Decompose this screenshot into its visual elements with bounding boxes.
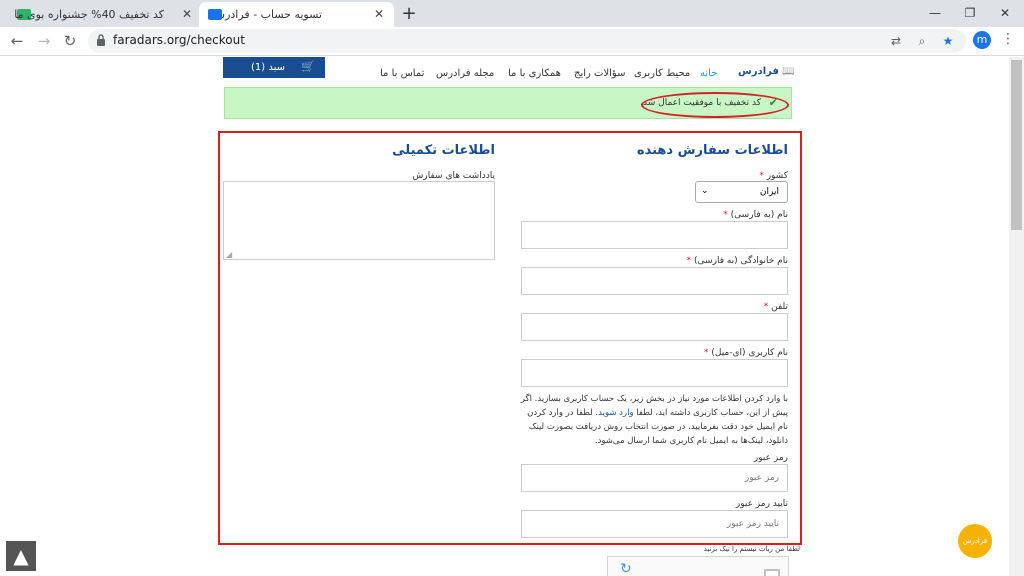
translate-icon[interactable]: ⇄	[888, 33, 904, 49]
country-value: ایران	[759, 187, 779, 197]
recaptcha-widget[interactable]: ↻	[607, 556, 789, 576]
maximize-button[interactable]: ❐	[955, 3, 985, 23]
success-banner: ✔ کد تخفیف با موفقیت اعمال شد.	[224, 87, 792, 119]
reload-button[interactable]: ↻	[59, 30, 81, 52]
confirm-password-placeholder: تایید رمز عبور	[726, 519, 779, 529]
order-notes-textarea[interactable]: ◢	[223, 181, 495, 260]
first-name-input[interactable]	[521, 221, 788, 249]
close-icon[interactable]: ✕	[374, 7, 384, 21]
first-name-label: نام (به فارسی) *	[723, 210, 788, 220]
page-viewport: 📖 فرادرس خانه محیط کاربری سؤالات رایج هم…	[0, 57, 1024, 576]
zoom-icon[interactable]: ⌕	[914, 33, 930, 49]
nav-link-faq[interactable]: سؤالات رایج	[574, 68, 625, 79]
tab-discount[interactable]: کد تخفیف 40% جشنواره بوی ماه مهر ✕	[0, 2, 198, 27]
chevron-down-icon: ⌄	[701, 186, 709, 196]
highlight-ellipse	[641, 92, 789, 118]
nav-link-cooperation[interactable]: همکاری با ما	[508, 68, 561, 79]
password-input[interactable]: رمز عبور	[521, 464, 788, 492]
close-icon[interactable]: ✕	[182, 7, 192, 21]
username-label: نام کاربری (ای-میل) *	[704, 348, 788, 358]
username-input[interactable]	[521, 359, 788, 387]
last-name-label: نام خانوادگی (به فارسی) *	[686, 256, 788, 266]
phone-label: تلفن *	[763, 302, 788, 312]
resize-handle-icon: ◢	[226, 250, 233, 259]
phone-input[interactable]	[521, 313, 788, 341]
new-tab-button[interactable]: +	[399, 4, 419, 24]
password-label: رمز عبور	[753, 453, 788, 463]
confirm-password-label: تایید رمز عبور	[735, 499, 788, 509]
last-name-input[interactable]	[521, 267, 788, 295]
order-section-title: اطلاعات سفارش دهنده	[636, 143, 788, 158]
country-select[interactable]: ایران ⌄	[695, 181, 788, 203]
tab-title: تسویه حساب - فرادرس	[222, 8, 322, 21]
cart-button[interactable]: 🛒 سبد (1)	[223, 57, 325, 78]
bookmark-star-icon[interactable]: ★	[940, 33, 956, 49]
browser-toolbar: ← → ↻ faradars.org/checkout ⇄ ⌕ ★ m ⋮	[0, 27, 1024, 56]
order-notes-label: یادداشت های سفارش	[412, 171, 495, 181]
address-bar[interactable]: faradars.org/checkout ⇄ ⌕ ★	[88, 29, 966, 53]
url-text: faradars.org/checkout	[113, 33, 245, 47]
tab-checkout[interactable]: تسویه حساب - فرادرس ✕	[199, 2, 394, 27]
logo-text: فرادرس	[738, 66, 779, 77]
minimize-button[interactable]: —	[920, 3, 950, 23]
captcha-note: لطفا من ربات نیستم را تیک بزنید	[703, 545, 800, 553]
profile-avatar[interactable]: m	[973, 31, 991, 49]
browser-menu-icon[interactable]: ⋮	[1001, 31, 1015, 51]
support-label: فرادرس	[962, 537, 988, 545]
support-chat-button[interactable]: فرادرس	[958, 524, 992, 558]
site-favicon-icon	[208, 9, 222, 20]
login-link[interactable]: وارد شوید	[598, 408, 633, 418]
nav-link-home[interactable]: خانه	[700, 68, 717, 79]
tab-strip: کد تخفیف 40% جشنواره بوی ماه مهر ✕ تسویه…	[0, 0, 1024, 27]
nav-link-contact[interactable]: تماس با ما	[380, 68, 424, 79]
password-placeholder: رمز عبور	[744, 473, 779, 483]
lock-icon	[97, 34, 105, 46]
recaptcha-checkbox[interactable]	[764, 569, 780, 576]
country-label: کشور *	[759, 171, 788, 181]
nav-link-magazine[interactable]: مجله فرادرس	[436, 68, 494, 79]
confirm-password-input[interactable]: تایید رمز عبور	[521, 510, 788, 538]
cart-label: سبد (1)	[250, 62, 285, 73]
logo-book-icon: 📖	[782, 66, 795, 77]
account-info-text: با وارد کردن اطلاعات مورد نیاز در بخش زی…	[520, 394, 788, 446]
nav-link-user-area[interactable]: محیط کاربری	[634, 68, 690, 79]
tab-title: کد تخفیف 40% جشنواره بوی ماه مهر	[14, 8, 164, 21]
arrow-up-icon: ▲	[13, 544, 29, 568]
recaptcha-logo-icon: ↻	[620, 561, 632, 576]
back-button[interactable]: ←	[6, 30, 28, 52]
cart-icon: 🛒	[301, 60, 315, 73]
scrollbar-thumb[interactable]	[1011, 60, 1022, 230]
site-logo[interactable]: 📖 فرادرس	[738, 66, 795, 77]
forward-button[interactable]: →	[33, 30, 55, 52]
extra-section-title: اطلاعات تکمیلی	[392, 143, 495, 158]
scroll-to-top-button[interactable]: ▲	[6, 541, 36, 571]
close-window-button[interactable]: ✕	[990, 3, 1020, 23]
